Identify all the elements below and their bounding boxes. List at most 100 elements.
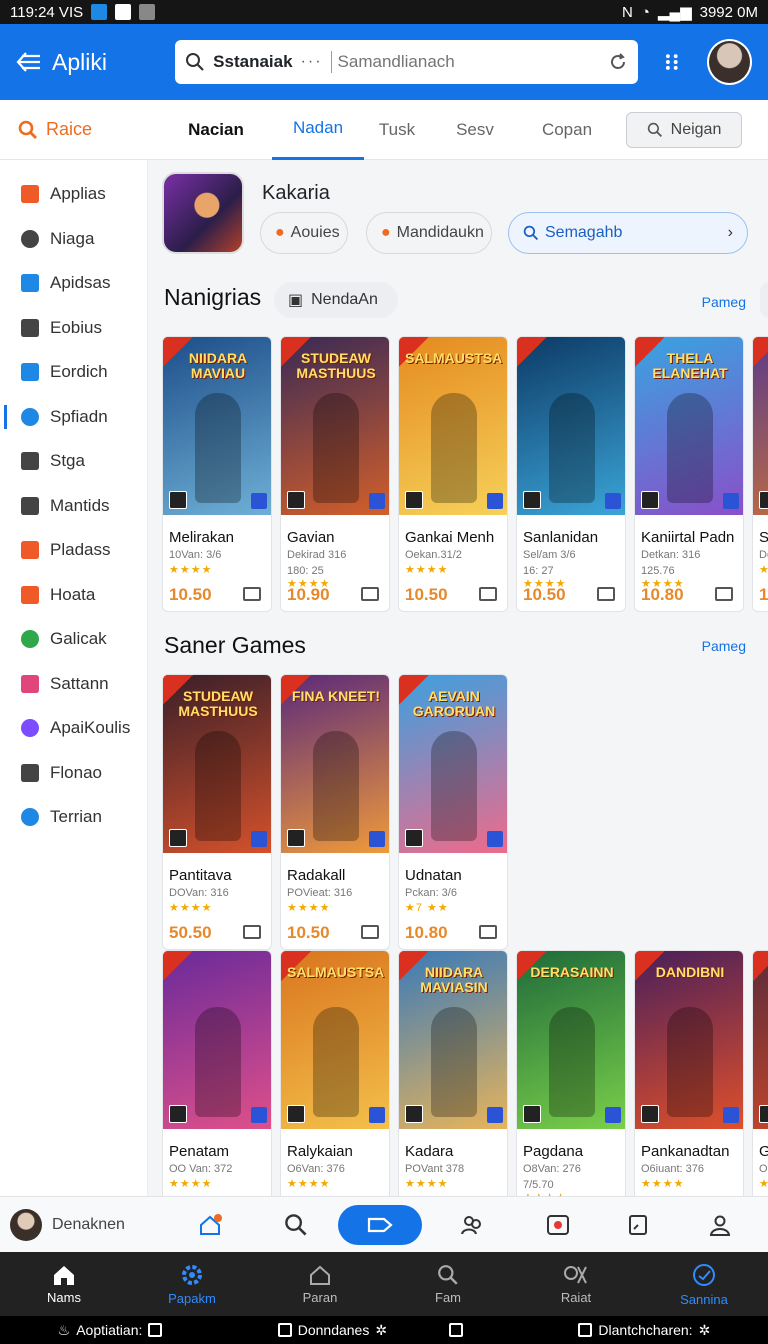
- sidebar-item[interactable]: Eobius: [0, 306, 147, 351]
- profile-avatar[interactable]: [707, 39, 752, 85]
- game-artwork[interactable]: [517, 337, 625, 515]
- cart-icon[interactable]: [597, 587, 615, 601]
- game-card[interactable]: NIIDARA MAVIAU Melirakan 10Van: 3/6 ★★★★ 10.…: [162, 336, 272, 612]
- nav-papakm-label: Papakm: [168, 1290, 216, 1306]
- sparkle-icon: ✲: [375, 1321, 388, 1338]
- cart-icon[interactable]: [243, 925, 261, 939]
- sidebar-item[interactable]: Galicak: [0, 617, 147, 662]
- primary-action-button[interactable]: [338, 1204, 422, 1245]
- chip-mandidaukn[interactable]: ● Mandidaukn: [366, 212, 492, 254]
- game-artwork[interactable]: [753, 951, 768, 1129]
- cart-icon[interactable]: [361, 587, 379, 601]
- game-card[interactable]: SALMAUSTSAIL Gankai Menh Oekan.31/2 ★★★★ 10.…: [398, 336, 508, 612]
- sidebar-item[interactable]: Niaga: [0, 217, 147, 262]
- cart-icon[interactable]: [243, 587, 261, 601]
- sys-left[interactable]: ♨ Aoptiatian:: [58, 1322, 163, 1339]
- document-icon[interactable]: [618, 1205, 658, 1245]
- user-icon: [21, 407, 39, 426]
- sys-middle[interactable]: Donndanes ✲: [277, 1321, 464, 1339]
- sidebar-item[interactable]: Terrian: [0, 795, 147, 840]
- recent-apps-icon[interactable]: [449, 1323, 464, 1337]
- sidebar-item[interactable]: Sattann: [0, 662, 147, 707]
- game-artwork[interactable]: DERASAINN: [517, 951, 625, 1129]
- tab-nadan[interactable]: Nadan: [272, 100, 364, 160]
- game-artwork[interactable]: AEVAIN GARORUAN: [399, 675, 507, 853]
- profile-icon[interactable]: [700, 1205, 740, 1245]
- game-artwork[interactable]: DANDIBNI: [635, 951, 743, 1129]
- game-meta: OO Van: 372: [169, 1163, 233, 1175]
- cart-icon[interactable]: [715, 587, 733, 601]
- search-input[interactable]: [330, 51, 600, 73]
- sidebar-item[interactable]: Hoata: [0, 573, 147, 618]
- game-card[interactable]: Sanlanidan Sel/am 3/6 16: 27 ★★★★ 10.50: [516, 336, 626, 612]
- more-pill[interactable]: [760, 282, 768, 318]
- game-artwork[interactable]: SALMAUSTSAIL: [399, 337, 507, 515]
- cart-icon[interactable]: [479, 925, 497, 939]
- sidebar-item[interactable]: Mantids: [0, 484, 147, 529]
- sidebar-item[interactable]: Applias: [0, 172, 147, 217]
- game-price: 10.80: [641, 585, 684, 604]
- game-card[interactable]: STUDEAW MASTHUUS Gavian Dekirad 316 180: 25…: [280, 336, 390, 612]
- user-chip[interactable]: Denaknen: [0, 1208, 180, 1241]
- sidebar-item[interactable]: Flonao: [0, 751, 147, 796]
- tab-nacian[interactable]: Nacian: [160, 100, 272, 160]
- game-card[interactable]: FINA KNEET! Radakall POVieat: 316 ★★★★ 10.50: [280, 674, 390, 950]
- back-arrow-icon[interactable]: [16, 51, 42, 73]
- see-all-link-2[interactable]: Pameg: [702, 638, 746, 654]
- game-price: 10.50: [405, 585, 448, 604]
- home-notify-icon[interactable]: [190, 1205, 230, 1245]
- friends-icon[interactable]: [452, 1205, 492, 1245]
- game-card[interactable]: THELA ELANEHAT Kaniirtal Padn Detkan: 316 1…: [634, 336, 744, 612]
- sidebar-item[interactable]: Spfiadn: [0, 395, 147, 440]
- featured-app-thumbnail[interactable]: [162, 172, 244, 254]
- nav-papakm[interactable]: Papakm: [128, 1252, 256, 1316]
- game-artwork[interactable]: NIIDARA MAVIAU: [163, 337, 271, 515]
- sidebar-item[interactable]: Eordich: [0, 350, 147, 395]
- nav-paran[interactable]: Paran: [256, 1252, 384, 1316]
- tab-copan[interactable]: Copan: [520, 100, 614, 160]
- game-artwork[interactable]: SALMAUSTSAIL: [281, 951, 389, 1129]
- game-card[interactable]: Ga O6 ★★★★: [752, 950, 768, 1196]
- game-artwork[interactable]: FINA KNEET!: [281, 675, 389, 853]
- nav-raiat[interactable]: Raiat: [512, 1252, 640, 1316]
- game-card[interactable]: Penatam OO Van: 372 ★★★★: [162, 950, 272, 1196]
- nav-nams[interactable]: Nams: [0, 1252, 128, 1316]
- game-meta: DOVan: 316: [169, 887, 229, 899]
- neigan-search-button[interactable]: Neigan: [626, 111, 742, 148]
- see-all-link[interactable]: Pameg: [702, 294, 746, 310]
- chip-aouies[interactable]: ● Aouies: [260, 212, 348, 254]
- game-card[interactable]: DERASAINNPagdanaO8Van: 2767/5.70★★★★: [516, 950, 626, 1196]
- sys-right[interactable]: Dlantchcharen: ✲: [578, 1322, 710, 1339]
- search-bar[interactable]: Sstanaiak ···: [175, 40, 638, 84]
- sidebar-item[interactable]: Apidsas: [0, 261, 147, 306]
- game-artwork[interactable]: STUDEAW MASTHUUS: [163, 675, 271, 853]
- nav-sannina[interactable]: Sannina: [640, 1252, 768, 1316]
- game-card[interactable]: STUDEAW MASTHUUS Pantitava DOVan: 316 ★★★★ 5…: [162, 674, 272, 950]
- tab-tusk[interactable]: Tusk: [364, 100, 430, 160]
- brand-link[interactable]: Raice: [0, 119, 160, 140]
- sidebar-item[interactable]: Pladass: [0, 528, 147, 573]
- nendaan-chip[interactable]: ▣ NendaAn: [274, 282, 398, 318]
- nav-fam[interactable]: Fam: [384, 1252, 512, 1316]
- game-artwork[interactable]: [753, 337, 768, 515]
- game-artwork[interactable]: THELA ELANEHAT: [635, 337, 743, 515]
- game-card[interactable]: NIIDARA MAVIASIN Kadara POVant 378 ★★★★: [398, 950, 508, 1196]
- tab-sesv[interactable]: Sesv: [430, 100, 520, 160]
- game-icon[interactable]: [538, 1205, 578, 1245]
- game-artwork[interactable]: NIIDARA MAVIASIN: [399, 951, 507, 1129]
- platform-icon: [405, 1105, 423, 1123]
- refresh-icon[interactable]: [608, 52, 628, 72]
- chip-semagahb[interactable]: Semagahb ›: [508, 212, 748, 254]
- game-artwork[interactable]: [163, 951, 271, 1129]
- game-card[interactable]: AEVAIN GARORUAN Udnatan Pckan: 3/6 ★7 ★★ 10.…: [398, 674, 508, 950]
- sidebar-item[interactable]: ApaiKoulis: [0, 706, 147, 751]
- game-card[interactable]: Sa De ★★★★ 1: [752, 336, 768, 612]
- game-artwork[interactable]: STUDEAW MASTHUUS: [281, 337, 389, 515]
- sidebar-item[interactable]: Stga: [0, 439, 147, 484]
- game-card[interactable]: SALMAUSTSAIL Ralykaian O6Van: 376 ★★★★: [280, 950, 390, 1196]
- game-card[interactable]: DANDIBNI Pankanadtan O6iuant: 376 ★★★★: [634, 950, 744, 1196]
- cart-icon[interactable]: [361, 925, 379, 939]
- cart-icon[interactable]: [479, 587, 497, 601]
- apps-grid-icon[interactable]: [664, 53, 682, 71]
- search-icon[interactable]: [276, 1205, 316, 1245]
